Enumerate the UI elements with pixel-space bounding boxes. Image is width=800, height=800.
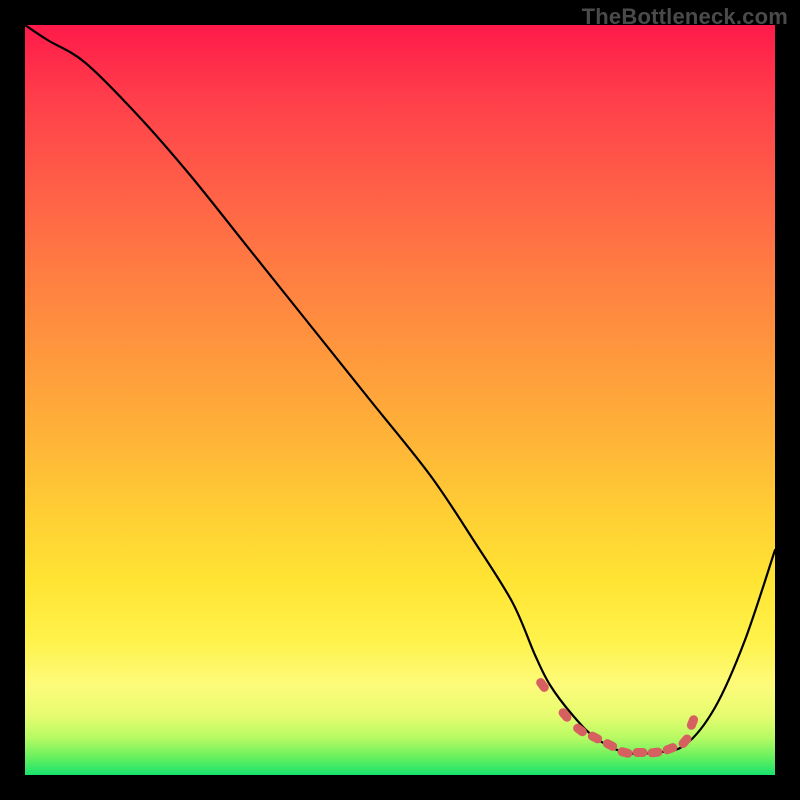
marker-bead bbox=[648, 748, 663, 758]
marker-bead bbox=[557, 707, 572, 723]
marker-group bbox=[535, 677, 699, 758]
marker-bead bbox=[617, 747, 633, 758]
marker-bead bbox=[686, 715, 699, 731]
marker-bead bbox=[572, 723, 588, 738]
curve-line bbox=[25, 25, 775, 754]
marker-bead bbox=[633, 749, 647, 757]
plot-area bbox=[25, 25, 775, 775]
chart-svg bbox=[25, 25, 775, 775]
marker-bead bbox=[587, 731, 603, 744]
marker-bead bbox=[602, 738, 618, 751]
chart-stage: TheBottleneck.com bbox=[0, 0, 800, 800]
marker-bead bbox=[662, 743, 678, 755]
marker-bead bbox=[677, 733, 692, 749]
